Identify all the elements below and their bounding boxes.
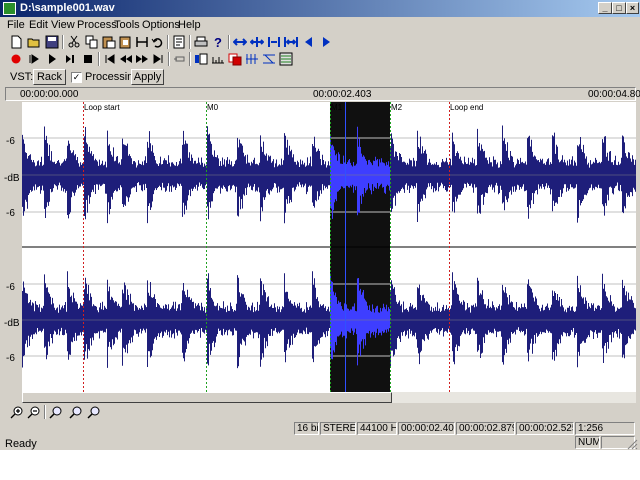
- db-label: -6: [6, 136, 15, 147]
- paste-mix-icon[interactable]: [118, 34, 134, 50]
- svg-text:?: ?: [214, 35, 222, 49]
- zoom-out-horizontal-icon[interactable]: [249, 34, 265, 50]
- zoom-full-icon[interactable]: [283, 34, 299, 50]
- zoom-in-horizontal-icon[interactable]: [232, 34, 248, 50]
- go-end-icon[interactable]: [150, 51, 166, 67]
- paste-icon[interactable]: [101, 34, 117, 50]
- ruler-icon[interactable]: [210, 51, 226, 67]
- timeline-ruler[interactable]: 00:00:00.000 00:00:02.403 00:00:04.806: [5, 87, 640, 101]
- window-title: D:\sample001.wav: [20, 2, 115, 14]
- db-label: -dB: [4, 173, 20, 184]
- record-icon[interactable]: [8, 51, 24, 67]
- menu-process[interactable]: Process: [77, 18, 117, 32]
- menu-tools[interactable]: Tools: [114, 18, 140, 32]
- copy-icon[interactable]: [84, 34, 100, 50]
- marker-list-icon[interactable]: [244, 51, 260, 67]
- cut-icon[interactable]: [66, 34, 82, 50]
- db-label: -6: [6, 208, 15, 219]
- go-start-icon[interactable]: [102, 51, 118, 67]
- fast-forward-icon[interactable]: [134, 51, 150, 67]
- spectrum-icon[interactable]: [278, 51, 294, 67]
- marker-label[interactable]: M2: [391, 103, 403, 112]
- timeline-start: 00:00:00.000: [20, 89, 79, 100]
- print-icon[interactable]: [193, 34, 209, 50]
- zoom-vertical-in-icon[interactable]: [68, 404, 84, 420]
- zoom-vertical-icon[interactable]: [48, 404, 64, 420]
- timeline-bar: 00:00:00.000 00:00:02.403 00:00:04.806: [0, 86, 640, 102]
- status-selection-end: 00:00:02.879: [456, 422, 515, 435]
- status-bits: 16 bit: [294, 422, 319, 435]
- zoom-bar: [0, 403, 640, 421]
- play-icon[interactable]: [44, 51, 60, 67]
- title-bar: D:\sample001.wav _ □ ×: [0, 0, 640, 17]
- loop-toggle-icon[interactable]: [172, 51, 188, 67]
- status-ready: Ready: [5, 438, 37, 450]
- app-icon: [3, 2, 16, 15]
- scroll-left-icon[interactable]: [301, 34, 317, 50]
- menu-file[interactable]: File: [7, 18, 25, 32]
- processing-checkbox[interactable]: ✓: [71, 72, 82, 83]
- menu-view[interactable]: View: [51, 18, 75, 32]
- waveform-view[interactable]: Loop start M0 M1 M2 Loop end: [22, 102, 636, 392]
- marker-label[interactable]: Loop start: [84, 103, 120, 112]
- zoom-in-icon[interactable]: [9, 404, 25, 420]
- status-bar: 16 bit STEREO 44100 Hz 00:00:02.403 00:0…: [0, 421, 640, 450]
- stop-icon[interactable]: [80, 51, 96, 67]
- rack-button[interactable]: Rack: [33, 69, 66, 85]
- timeline-middle: 00:00:02.403: [313, 89, 372, 100]
- new-file-icon[interactable]: [8, 34, 24, 50]
- menu-help[interactable]: Help: [178, 18, 201, 32]
- region-icon[interactable]: [227, 51, 243, 67]
- undo-icon[interactable]: [150, 34, 166, 50]
- marker-label[interactable]: M1: [331, 103, 343, 112]
- menu-edit[interactable]: Edit: [29, 18, 48, 32]
- vst-bar: VST: Rack ✓ Processing Apply: [0, 68, 640, 86]
- zoom-selection-icon[interactable]: [266, 34, 282, 50]
- zoom-out-icon[interactable]: [26, 404, 42, 420]
- waveform-channel: [22, 271, 636, 369]
- transport-toolbar: [0, 49, 640, 69]
- status-position: 00:00:02.403: [398, 422, 455, 435]
- play-loop-icon[interactable]: [62, 51, 78, 67]
- marker-label[interactable]: M0: [207, 103, 219, 112]
- menu-options[interactable]: Options: [142, 18, 180, 32]
- db-label: -dB: [4, 318, 20, 329]
- status-zoom: 1:256: [575, 422, 635, 435]
- close-button[interactable]: ×: [626, 2, 639, 14]
- horizontal-scrollbar[interactable]: [22, 392, 636, 403]
- play-cursor-icon[interactable]: [26, 51, 42, 67]
- waveform-channel: [22, 125, 636, 224]
- maximize-button[interactable]: □: [612, 2, 626, 14]
- db-label: -6: [6, 282, 15, 293]
- open-folder-icon[interactable]: [26, 34, 42, 50]
- scrollbar-thumb[interactable]: [22, 392, 392, 403]
- trim-icon[interactable]: [134, 34, 150, 50]
- apply-button[interactable]: Apply: [131, 69, 164, 85]
- save-icon[interactable]: [44, 34, 60, 50]
- status-channels: STEREO: [320, 422, 356, 435]
- snap-icon[interactable]: [193, 51, 209, 67]
- rewind-icon[interactable]: [118, 51, 134, 67]
- properties-icon[interactable]: [171, 34, 187, 50]
- scroll-right-icon[interactable]: [318, 34, 334, 50]
- timeline-end: 00:00:04.806: [588, 89, 640, 100]
- app-window: D:\sample001.wav _ □ × File Edit View Pr…: [0, 0, 640, 450]
- zoom-vertical-out-icon[interactable]: [86, 404, 102, 420]
- vst-label: VST:: [10, 71, 34, 83]
- crossfade-icon[interactable]: [261, 51, 277, 67]
- status-rate: 44100 Hz: [357, 422, 397, 435]
- waveform-canvas[interactable]: Loop start M0 M1 M2 Loop end: [22, 102, 636, 392]
- db-label: -6: [6, 353, 15, 364]
- db-scale: -6 -dB -6 -6 -dB -6: [0, 102, 22, 392]
- status-num: NUM: [575, 436, 600, 449]
- status-selection-length: 00:00:02.525: [516, 422, 574, 435]
- help-icon[interactable]: ?: [210, 34, 226, 50]
- minimize-button[interactable]: _: [598, 2, 612, 14]
- resize-grip-icon[interactable]: [626, 438, 638, 450]
- menu-bar: File Edit View Process Tools Options Hel…: [0, 17, 640, 33]
- marker-label[interactable]: Loop end: [450, 103, 483, 112]
